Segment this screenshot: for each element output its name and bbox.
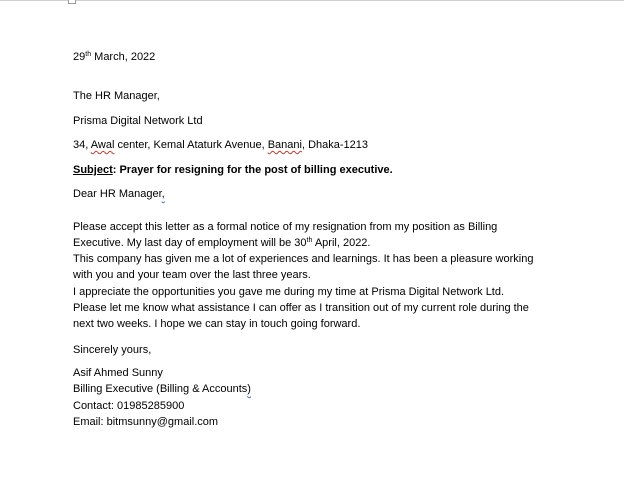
recipient-line: The HR Manager,: [73, 90, 160, 102]
closing-line: Sincerely yours,: [73, 344, 152, 356]
grammar-mark-paren: ): [247, 383, 251, 395]
sender-name: Asif Ahmed Sunny: [73, 367, 163, 379]
company-line: Prisma Digital Network Ltd: [73, 115, 203, 127]
subject-line: Subject: Prayer for resigning for the po…: [73, 164, 393, 176]
body-line: with you and your team over the last thr…: [73, 269, 311, 281]
body-line: I appreciate the opportunities you gave …: [73, 286, 505, 298]
sender-contact: Contact: 01985285900: [73, 400, 185, 412]
sender-email: Email: bitmsunny@gmail.com: [73, 416, 219, 428]
address-line: 34, Awal center, Kemal Ataturk Avenue, B…: [73, 139, 368, 151]
grammar-mark-comma: ,: [161, 188, 165, 200]
spellcheck-word-banani: Banani: [267, 139, 302, 151]
letter-date: 29th March, 2022: [73, 51, 156, 63]
body-line: Please let me know what assistance I can…: [73, 302, 529, 314]
sender-title: Billing Executive (Billing & Accounts): [73, 383, 251, 395]
body-line: This company has given me a lot of exper…: [73, 253, 534, 265]
body-line: Executive. My last day of employment wil…: [73, 237, 371, 249]
page-top-edge: [0, 0, 624, 1]
subject-label: Subject: [73, 164, 113, 176]
paragraph-corner-marker: [68, 0, 76, 4]
salutation-line: Dear HR Manager,: [73, 188, 165, 200]
body-line: Please accept this letter as a formal no…: [73, 221, 498, 233]
spellcheck-word-awal: Awal: [90, 139, 115, 151]
body-line: next two weeks. I hope we can stay in to…: [73, 318, 361, 330]
